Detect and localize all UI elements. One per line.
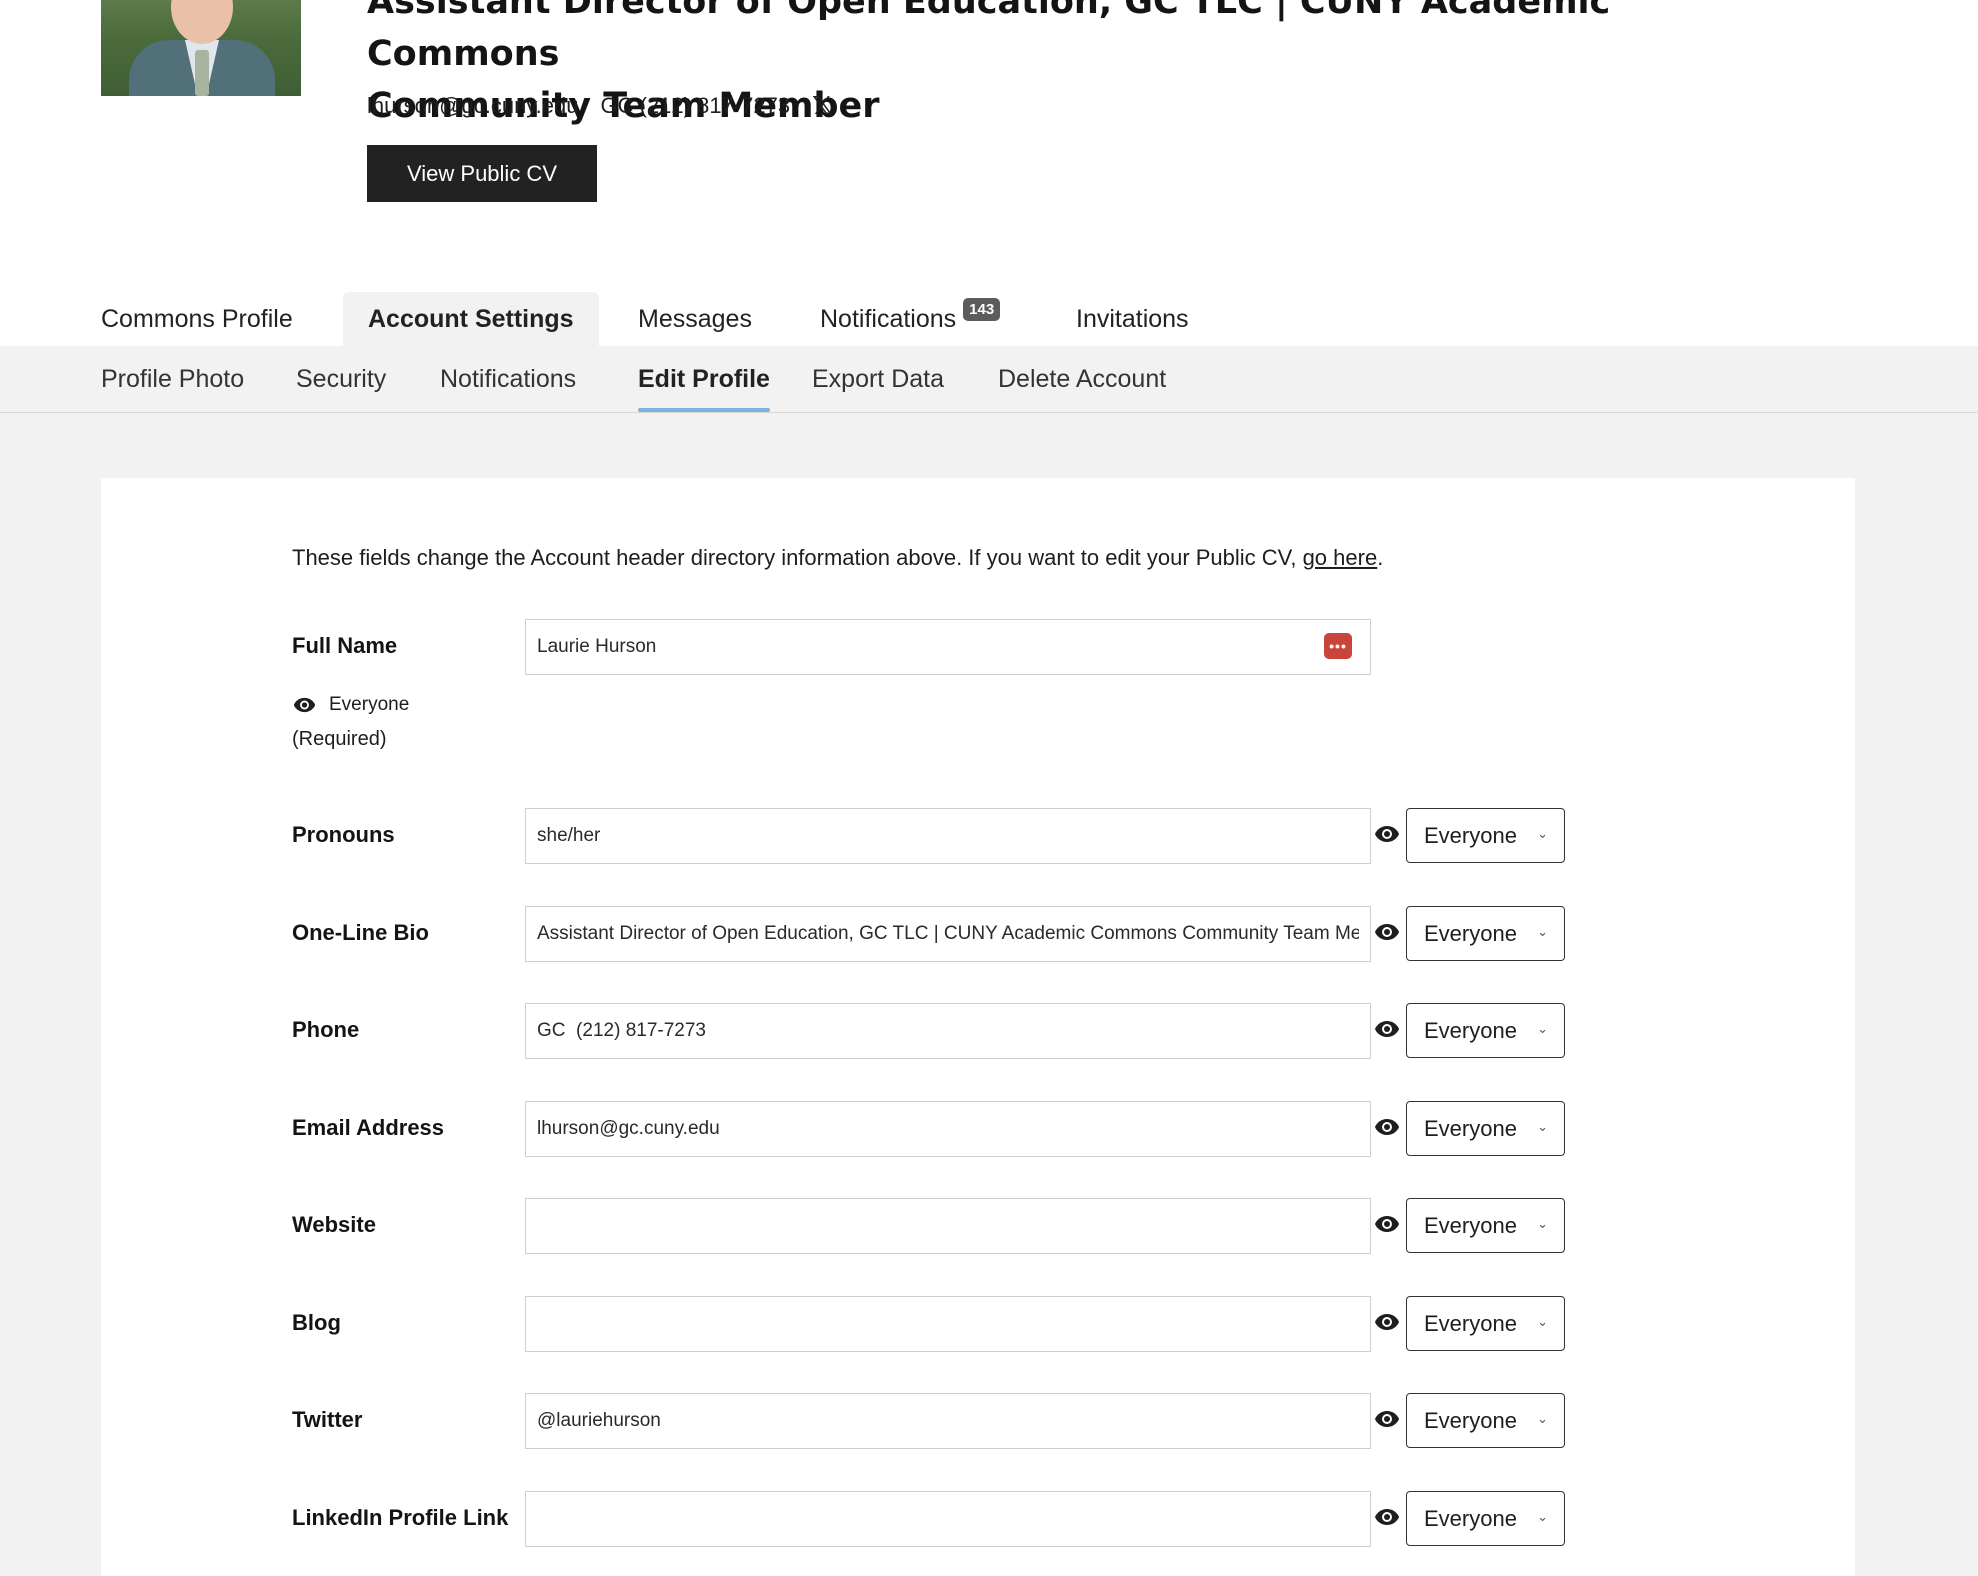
tab-invitations[interactable]: Invitations — [1076, 292, 1189, 346]
avatar — [101, 0, 301, 96]
visibility-select-value: Everyone — [1424, 1017, 1517, 1043]
chevron-down-icon: ⌄ — [1537, 826, 1548, 841]
phone-visibility-select[interactable]: Everyone ⌄ — [1406, 1003, 1565, 1058]
primary-tabs: Commons Profile Account Settings Message… — [0, 292, 1978, 346]
blog-input[interactable] — [525, 1296, 1371, 1352]
full-name-visibility: Everyone — [292, 694, 409, 716]
chevron-down-icon: ⌄ — [1537, 1021, 1548, 1036]
eye-icon — [1374, 923, 1400, 941]
tab-label: Account Settings — [368, 304, 574, 333]
visibility-select-value: Everyone — [1424, 1212, 1517, 1238]
eye-icon — [1374, 1020, 1400, 1038]
chevron-down-icon: ⌄ — [1537, 1314, 1548, 1329]
subtab-label: Notifications — [440, 364, 577, 393]
password-manager-icon[interactable]: ••• — [1324, 633, 1352, 659]
email-address-input[interactable] — [525, 1101, 1371, 1157]
go-here-link[interactable]: go here — [1303, 545, 1378, 570]
tab-label: Invitations — [1076, 304, 1189, 333]
tab-commons-profile[interactable]: Commons Profile — [101, 292, 293, 346]
phone-label: Phone — [292, 1017, 360, 1042]
blog-visibility-select[interactable]: Everyone ⌄ — [1406, 1296, 1565, 1351]
subtab-label: Export Data — [812, 364, 945, 393]
contact-info: lhurson@gc.cuny.edu GC (212) 817-7273 𝕏 — [367, 90, 854, 122]
eye-icon — [1374, 1410, 1400, 1428]
pronouns-label: Pronouns — [292, 822, 395, 847]
intro-text: These fields change the Account header d… — [292, 545, 1384, 570]
subtab-label: Profile Photo — [101, 364, 245, 393]
twitter-input[interactable] — [525, 1393, 1371, 1449]
account-settings-subnav: Profile Photo Security Notifications Edi… — [0, 346, 1978, 413]
visibility-select-value: Everyone — [1424, 1310, 1517, 1336]
tab-account-settings[interactable]: Account Settings — [343, 292, 599, 346]
visibility-label: Everyone — [329, 694, 410, 715]
subtab-export-data[interactable]: Export Data — [812, 346, 944, 412]
eye-icon — [1374, 1313, 1400, 1331]
tab-label: Messages — [638, 304, 752, 333]
eye-icon — [1374, 825, 1400, 843]
title-line-1: Assistant Director of Open Education, GC… — [367, 0, 1611, 74]
linkedin-profile-link-label: LinkedIn Profile Link — [292, 1505, 509, 1530]
subtab-label: Edit Profile — [638, 364, 770, 393]
chevron-down-icon: ⌄ — [1537, 1119, 1548, 1134]
twitter-label: Twitter — [292, 1407, 363, 1432]
full-name-label: Full Name — [292, 633, 398, 658]
linkedin-profile-link-visibility-select[interactable]: Everyone ⌄ — [1406, 1491, 1565, 1546]
visibility-select-value: Everyone — [1424, 1407, 1517, 1433]
eye-icon — [1374, 1215, 1400, 1233]
pronouns-visibility-select[interactable]: Everyone ⌄ — [1406, 808, 1565, 863]
tab-messages[interactable]: Messages — [638, 292, 752, 346]
header-phone: GC (212) 817-7273 — [600, 93, 791, 118]
website-input[interactable] — [525, 1198, 1371, 1254]
tab-notifications[interactable]: Notifications 143 — [820, 292, 1001, 346]
email-address-visibility-select[interactable]: Everyone ⌄ — [1406, 1101, 1565, 1156]
email-address-label: Email Address — [292, 1115, 445, 1140]
website-label: Website — [292, 1212, 376, 1237]
one-line-bio-label: One-Line Bio — [292, 920, 429, 945]
eye-icon — [1374, 1508, 1400, 1526]
eye-icon — [1374, 1118, 1400, 1136]
chevron-down-icon: ⌄ — [1537, 1411, 1548, 1426]
website-visibility-select[interactable]: Everyone ⌄ — [1406, 1198, 1565, 1253]
linkedin-profile-link-input[interactable] — [525, 1491, 1371, 1547]
chevron-down-icon: ⌄ — [1537, 1216, 1548, 1231]
header-email[interactable]: lhurson@gc.cuny.edu — [367, 93, 579, 119]
twitter-visibility-select[interactable]: Everyone ⌄ — [1406, 1393, 1565, 1448]
one-line-bio-visibility-select[interactable]: Everyone ⌄ — [1406, 906, 1565, 961]
visibility-select-value: Everyone — [1424, 1115, 1517, 1141]
tab-label: Commons Profile — [101, 304, 293, 333]
subtab-edit-profile[interactable]: Edit Profile — [638, 346, 770, 412]
eye-icon — [293, 697, 316, 713]
subtab-notifications[interactable]: Notifications — [440, 346, 576, 412]
phone-input[interactable] — [525, 1003, 1371, 1059]
visibility-select-value: Everyone — [1424, 1505, 1517, 1531]
subtab-label: Delete Account — [998, 364, 1167, 393]
tab-label: Notifications — [820, 304, 957, 333]
chevron-down-icon: ⌄ — [1537, 924, 1548, 939]
subtab-delete-account[interactable]: Delete Account — [998, 346, 1166, 412]
pronouns-input[interactable] — [525, 808, 1371, 864]
subtab-security[interactable]: Security — [296, 346, 386, 412]
blog-label: Blog — [292, 1310, 341, 1335]
visibility-select-value: Everyone — [1424, 822, 1517, 848]
subtab-label: Security — [296, 364, 387, 393]
x-twitter-icon[interactable]: 𝕏 — [812, 91, 832, 121]
visibility-select-value: Everyone — [1424, 920, 1517, 946]
required-note: (Required) — [292, 728, 387, 750]
view-public-cv-button[interactable]: View Public CV — [367, 145, 597, 202]
notification-count-badge: 143 — [963, 297, 1001, 321]
subtab-profile-photo[interactable]: Profile Photo — [101, 346, 244, 412]
chevron-down-icon: ⌄ — [1537, 1509, 1548, 1524]
one-line-bio-input[interactable] — [525, 906, 1371, 962]
full-name-input[interactable] — [525, 619, 1371, 675]
